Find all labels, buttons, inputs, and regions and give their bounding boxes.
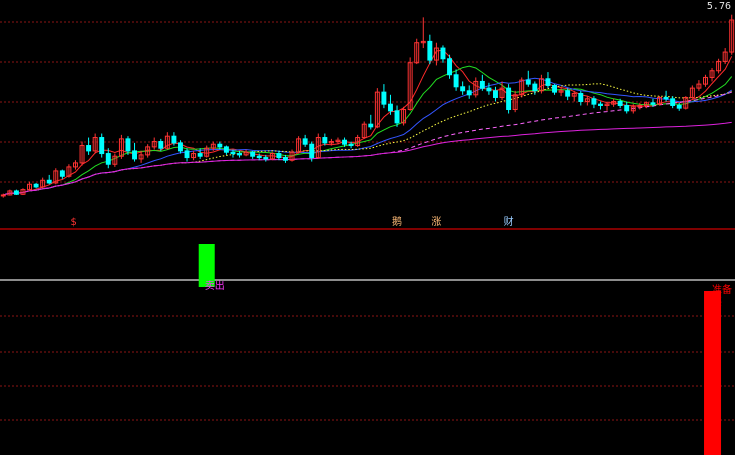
candle-down	[460, 86, 466, 92]
candle-down	[624, 104, 630, 112]
candle-down	[493, 90, 498, 98]
candle-down	[394, 110, 400, 124]
candle-down	[650, 102, 656, 105]
candle-down	[676, 104, 682, 109]
candle-down	[578, 92, 584, 102]
candle-down	[33, 183, 39, 188]
candle-down	[381, 91, 387, 105]
candle-down	[591, 98, 597, 105]
candle-down	[217, 143, 223, 148]
candle-down	[197, 153, 203, 157]
stock-chart	[0, 14, 735, 455]
marker-label: $	[70, 217, 77, 228]
signal-bars	[198, 244, 722, 455]
candle-down	[552, 84, 557, 93]
chart-grid	[0, 21, 735, 421]
candle-down	[283, 157, 288, 161]
candle-down	[440, 47, 446, 60]
ma-line-60	[3, 91, 732, 196]
candle-down	[348, 143, 354, 147]
candle-down	[256, 155, 262, 159]
candle-down	[276, 153, 282, 159]
buy-signal-bar	[704, 291, 722, 455]
candle-down	[598, 103, 603, 106]
candle-down	[427, 40, 433, 61]
candle-down	[453, 74, 459, 88]
candle-down	[178, 142, 183, 152]
candle-down	[237, 153, 242, 156]
candle-down	[46, 179, 52, 184]
candle-down	[230, 151, 236, 155]
candle-down	[105, 153, 111, 165]
candle-down	[171, 135, 177, 144]
candle-down	[302, 138, 308, 145]
candle-down	[388, 103, 393, 112]
candle-down	[479, 80, 485, 89]
candle-down	[13, 190, 19, 195]
candle-down	[368, 123, 374, 128]
buy-signal-label: 准备买	[712, 285, 733, 308]
candle-up	[0, 194, 6, 197]
candle-down	[545, 78, 551, 86]
candle-down	[466, 90, 472, 96]
candle-down	[132, 150, 137, 160]
candle-down	[223, 146, 229, 153]
candle-down	[250, 151, 256, 157]
candle-down	[125, 138, 131, 152]
candle-down	[486, 87, 492, 92]
candle-down	[263, 157, 269, 160]
marker-label: 财	[503, 217, 514, 228]
candle-down	[99, 137, 105, 155]
marker-label: 鹅	[392, 217, 403, 228]
candle-down	[617, 100, 623, 106]
candle-down	[506, 87, 512, 110]
ma-line-5	[3, 49, 733, 196]
ma-line-10	[3, 65, 733, 196]
sell-signal-label: 卖出	[204, 281, 225, 292]
candle-down	[565, 90, 571, 97]
candle-down	[532, 83, 538, 92]
candle-down	[447, 58, 452, 76]
candle-down	[663, 96, 669, 100]
price-axis-top-value: 5.76	[706, 1, 731, 12]
candle-down	[86, 145, 92, 152]
moving-average-lines	[3, 49, 733, 196]
candle-down	[322, 137, 328, 144]
candlestick-series	[0, 14, 735, 198]
candle-down	[525, 79, 531, 85]
marker-label: 涨	[431, 217, 442, 228]
candle-down	[670, 98, 676, 106]
candle-down	[59, 170, 65, 177]
candle-down	[342, 139, 347, 145]
candle-down	[184, 150, 190, 159]
candle-down	[158, 141, 164, 149]
candle-down	[309, 143, 315, 159]
